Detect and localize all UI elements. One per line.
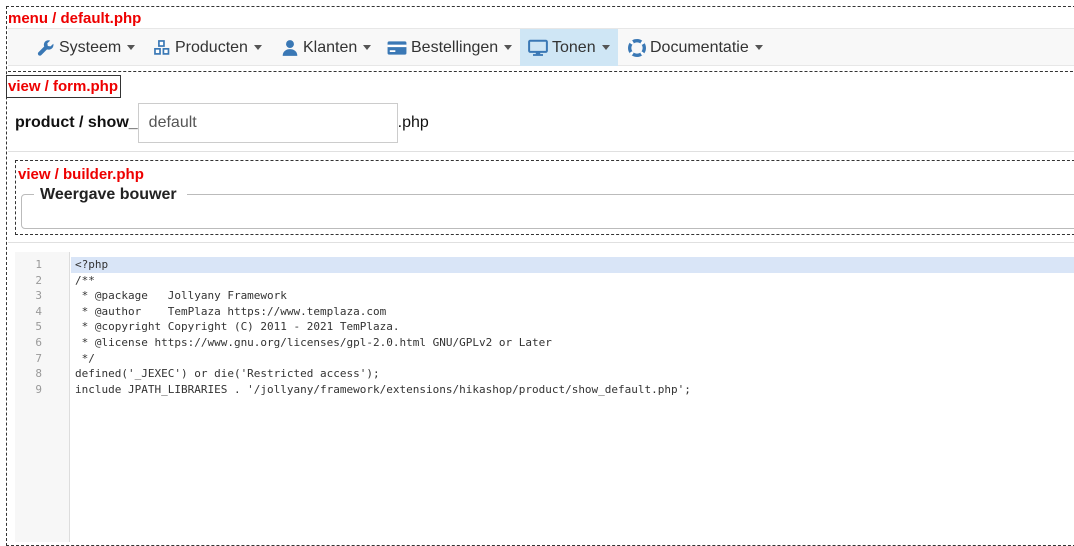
line-number: 3 xyxy=(35,289,42,303)
line-number: 9 xyxy=(35,382,42,396)
wrench-icon xyxy=(37,39,54,56)
credit-card-icon xyxy=(387,40,407,55)
cubes-icon xyxy=(154,39,170,55)
builder-section: view / builder.php Weergave bouwer xyxy=(15,160,1074,235)
line-number: 4 xyxy=(35,304,42,318)
line-text: * @license https://www.gnu.org/licenses/… xyxy=(75,335,552,349)
nav-item-label: Documentatie xyxy=(650,38,749,56)
line-text: * @author TemPlaza https://www.templaza.… xyxy=(75,304,387,318)
divider xyxy=(8,151,1074,152)
code-editor[interactable]: 1 <?php 2 /** 3 * @package Jollyany Framew… xyxy=(15,252,1074,542)
line-text: include JPATH_LIBRARIES . '/jollyany/fra… xyxy=(75,382,691,396)
nav-item-tonen[interactable]: Tonen xyxy=(520,29,618,66)
line-number: 7 xyxy=(35,351,42,365)
nav-item-producten[interactable]: Producten xyxy=(153,29,268,66)
life-ring-icon xyxy=(628,38,646,57)
line-number: 5 xyxy=(35,320,42,334)
nav-item-label: Tonen xyxy=(552,38,596,56)
line-number: 8 xyxy=(35,367,42,381)
line-text: <?php xyxy=(75,258,109,271)
line-text: */ xyxy=(75,351,95,365)
builder-legend: Weergave bouwer xyxy=(34,186,187,204)
layout-suffix: .php xyxy=(397,114,429,131)
menu-template-label: menu / default.php xyxy=(8,10,142,27)
nav-item-bestellingen[interactable]: Bestellingen xyxy=(387,29,517,66)
code-line[interactable]: 9 include JPATH_LIBRARIES . '/jollyany/fr… xyxy=(35,382,1074,398)
section-divider xyxy=(8,71,1074,72)
layout-prefix: product / show_ xyxy=(15,114,138,131)
code-line[interactable]: 6 * @license https://www.gnu.org/license… xyxy=(35,335,1074,351)
line-text: defined('_JEXEC') or die('Restricted acc… xyxy=(75,367,380,381)
builder-template-label: view / builder.php xyxy=(18,166,144,183)
code-line[interactable]: 1 <?php xyxy=(35,257,1074,273)
code-lines[interactable]: 1 <?php 2 /** 3 * @package Jollyany Framew… xyxy=(35,257,1074,398)
caret-down-icon xyxy=(504,45,513,50)
line-text: * @package Jollyany Framework xyxy=(75,289,287,303)
line-text: /** xyxy=(75,273,95,287)
line-number: 2 xyxy=(35,273,42,287)
form-template-label: view / form.php xyxy=(6,75,121,98)
code-line[interactable]: 4 * @author TemPlaza https://www.templaz… xyxy=(35,304,1074,320)
caret-down-icon xyxy=(363,45,372,50)
nav-item-klanten[interactable]: Klanten xyxy=(281,29,376,66)
code-line[interactable]: 8 defined('_JEXEC') or die('Restricted ac… xyxy=(35,366,1074,382)
caret-down-icon xyxy=(754,45,763,50)
nav-item-systeem[interactable]: Systeem xyxy=(37,29,137,66)
caret-down-icon xyxy=(127,45,136,50)
divider xyxy=(8,242,1074,243)
nav-item-label: Systeem xyxy=(59,38,122,56)
layout-name-row: product / show_ .php xyxy=(15,103,429,143)
code-line[interactable]: 3 * @package Jollyany Framework xyxy=(35,288,1074,304)
code-line[interactable]: 7 */ xyxy=(35,351,1074,367)
line-number: 1 xyxy=(35,258,42,271)
nav-item-label: Bestellingen xyxy=(411,38,499,56)
main-navbar: Systeem Producten Klanten Bestellingen T… xyxy=(8,28,1074,66)
desktop-icon xyxy=(528,39,548,56)
code-line[interactable]: 2 /** xyxy=(35,273,1074,289)
line-number: 6 xyxy=(35,335,42,349)
layout-name-input[interactable] xyxy=(137,103,398,143)
code-line[interactable]: 5 * @copyright Copyright (C) 2011 - 2021… xyxy=(35,319,1074,335)
nav-item-label: Producten xyxy=(175,38,248,56)
caret-down-icon xyxy=(601,45,610,50)
user-icon xyxy=(282,39,298,56)
caret-down-icon xyxy=(253,45,262,50)
line-text: * @copyright Copyright (C) 2011 - 2021 T… xyxy=(75,320,400,334)
nav-item-label: Klanten xyxy=(303,38,358,56)
builder-fieldset: Weergave bouwer xyxy=(21,186,1074,229)
nav-item-documentatie[interactable]: Documentatie xyxy=(628,29,768,66)
